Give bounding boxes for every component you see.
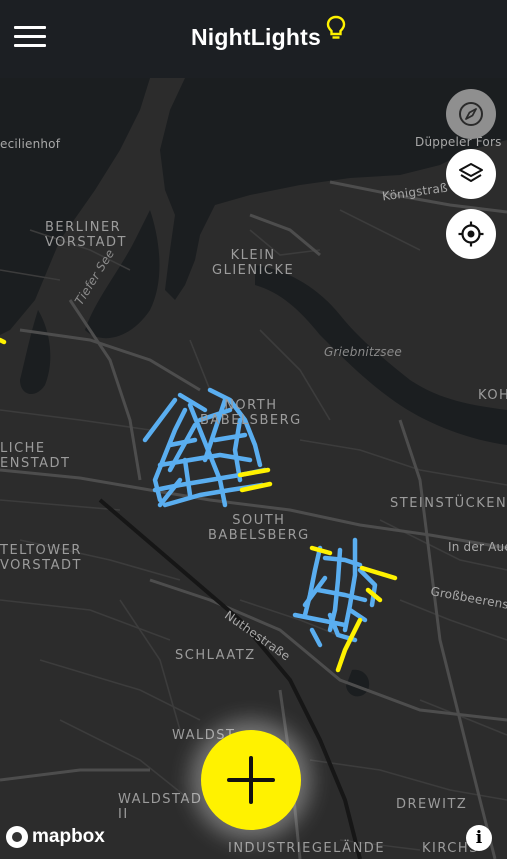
hamburger-menu-icon[interactable] xyxy=(14,26,46,50)
label-cecilienhof: ecilienhof xyxy=(0,137,61,151)
mapbox-mark-icon xyxy=(6,826,28,848)
label-klein-glienicke: KLEIN GLIENICKE xyxy=(212,248,295,278)
label-liche-enstadt: LICHE ENSTADT xyxy=(0,441,71,471)
compass-button[interactable] xyxy=(446,89,496,139)
locate-button[interactable] xyxy=(446,209,496,259)
label-drewitz: DREWITZ xyxy=(396,797,468,812)
add-button[interactable] xyxy=(201,730,301,830)
label-steinstuecken: STEINSTÜCKEN xyxy=(390,496,507,511)
layers-button[interactable] xyxy=(446,149,496,199)
label-in-der-aue: In der Aue xyxy=(448,540,507,554)
label-dueppeler-forst: Düppeler Fors xyxy=(415,135,502,149)
label-koh: KOH xyxy=(478,388,507,403)
mapbox-logo[interactable]: mapbox xyxy=(6,826,105,848)
layers-icon xyxy=(459,163,483,182)
lightbulb-icon xyxy=(326,15,346,39)
water-areas xyxy=(0,78,507,697)
mapbox-logo-text: mapbox xyxy=(32,826,105,847)
label-north-babelsberg: NORTH BABELSBERG xyxy=(200,398,302,428)
app-header: NightLights xyxy=(0,0,507,78)
label-waldstadt-ii: WALDSTAD II xyxy=(118,792,203,822)
label-south-babelsberg: SOUTH BABELSBERG xyxy=(208,513,310,543)
label-berliner-vorstadt: BERLINER VORSTADT xyxy=(45,220,127,250)
info-button[interactable]: i xyxy=(466,825,492,851)
app-title: NightLights xyxy=(191,24,321,50)
compass-icon xyxy=(459,102,483,126)
label-schlaatz: SCHLAATZ xyxy=(175,648,256,663)
label-industriegelaende: INDUSTRIEGELÄNDE xyxy=(228,841,386,856)
label-teltower-vorstadt: TELTOWER VORSTADT xyxy=(0,543,82,573)
location-target-icon xyxy=(458,221,484,247)
label-griebnitzsee: Griebnitzsee xyxy=(324,345,402,359)
